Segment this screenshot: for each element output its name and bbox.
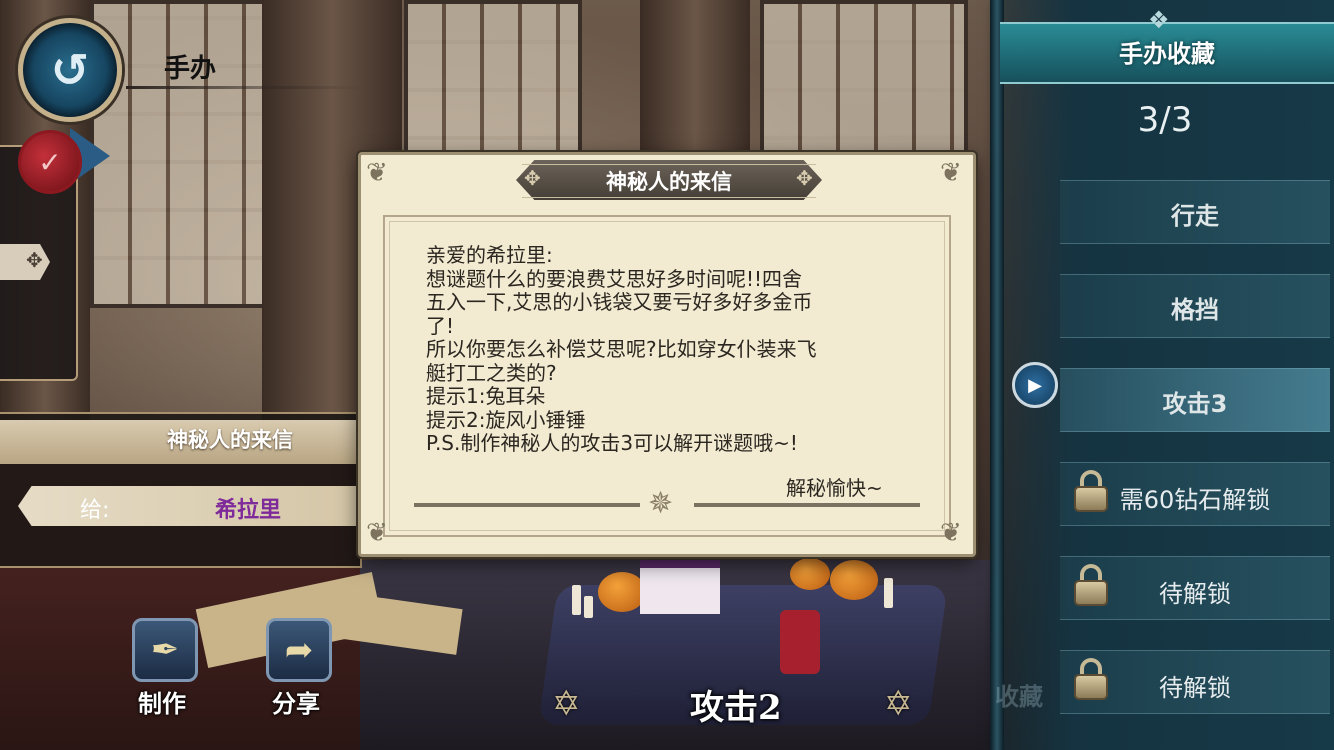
pumpkin-decoration <box>830 560 878 600</box>
letter-line: 了! <box>426 313 455 338</box>
sidebar-item-label: 待解锁 <box>1159 674 1231 702</box>
letter-line: 艇打工之类的? <box>426 360 557 385</box>
return-arrow-icon: ↺ <box>50 43 90 97</box>
sidebar-item-label: 行走 <box>1171 202 1219 230</box>
sidebar-edge <box>990 0 1004 750</box>
wax-seal-check-icon: ✓ <box>18 130 82 194</box>
sidebar-item-label: 攻击3 <box>1162 390 1228 418</box>
corner-flourish-icon: ❦ <box>366 518 388 548</box>
modal-title: 神秘人的来信 <box>606 170 732 194</box>
craft-icon: ✒ <box>150 630 180 670</box>
compass-star-icon: ✵ <box>648 486 674 521</box>
figure-character <box>780 610 820 674</box>
title-underline <box>126 86 366 89</box>
sidebar-item-label: 需60钻石解锁 <box>1119 486 1271 514</box>
share-label: 分享 <box>272 690 320 718</box>
collection-watermark: 收藏 <box>995 683 1043 711</box>
candle <box>884 578 893 608</box>
pumpkin-decoration <box>598 572 646 612</box>
letter-line: 亲爱的希拉里: <box>426 243 553 267</box>
recipient-label: 给: <box>80 498 110 523</box>
corner-flourish-icon: ❦ <box>940 518 962 548</box>
candle <box>572 585 581 615</box>
sidebar-item-label: 待解锁 <box>1159 580 1231 608</box>
page-title: 手办 <box>164 54 217 84</box>
selected-indicator-icon: ▶ <box>1012 362 1058 408</box>
craft-label: 制作 <box>138 690 186 718</box>
letter-line: 五入一下,艾思的小钱袋又要亏好多好多金币 <box>426 290 813 314</box>
lock-icon <box>1074 470 1108 512</box>
left-tab-handle[interactable]: ✥ <box>0 244 50 280</box>
lock-icon <box>1074 564 1108 606</box>
letter-line: 提示1:兔耳朵 <box>426 384 546 408</box>
corner-flourish-icon: ❦ <box>940 158 962 188</box>
share-icon: ➦ <box>284 630 314 670</box>
letter-line: 提示2:旋风小锤锤 <box>426 407 586 432</box>
letter-line: 所以你要怎么补偿艾思呢?比如穿女仆装来飞 <box>426 337 817 361</box>
star-of-david-icon: ✡ <box>552 684 581 724</box>
sidebar-title: 手办收藏 <box>1119 40 1215 68</box>
figure-name: 攻击2 <box>690 688 782 728</box>
star-of-david-icon: ✡ <box>884 684 913 724</box>
divider-line <box>694 503 920 507</box>
divider-line <box>414 503 640 507</box>
candle <box>584 596 593 618</box>
recipient-bar <box>18 486 358 526</box>
letter-line: 想谜题什么的要浪费艾思好多时间呢!!四舍 <box>426 266 803 291</box>
letter-body: 亲爱的希拉里: 想谜题什么的要浪费艾思好多时间呢!!四舍 五入一下,艾思的小钱袋… <box>426 243 931 456</box>
pumpkin-decoration <box>790 558 830 590</box>
corner-flourish-icon: ❦ <box>366 158 388 188</box>
lock-icon <box>1074 658 1108 700</box>
figure-character <box>640 560 720 614</box>
recipient-name: 希拉里 <box>215 498 282 523</box>
collection-count: 3/3 <box>1137 100 1193 140</box>
share-button[interactable]: ➦ <box>266 618 332 682</box>
fleur-icon: ✥ <box>26 248 43 272</box>
craft-button[interactable]: ✒ <box>132 618 198 682</box>
letter-line: P.S.制作神秘人的攻击3可以解开谜题哦~! <box>426 431 798 455</box>
crown-ornament-icon: ❖ <box>1148 6 1170 34</box>
back-button[interactable]: ↺ <box>18 18 122 122</box>
letter-signoff: 解秘愉快~ <box>786 476 883 500</box>
sidebar-item-label: 格挡 <box>1171 296 1219 324</box>
